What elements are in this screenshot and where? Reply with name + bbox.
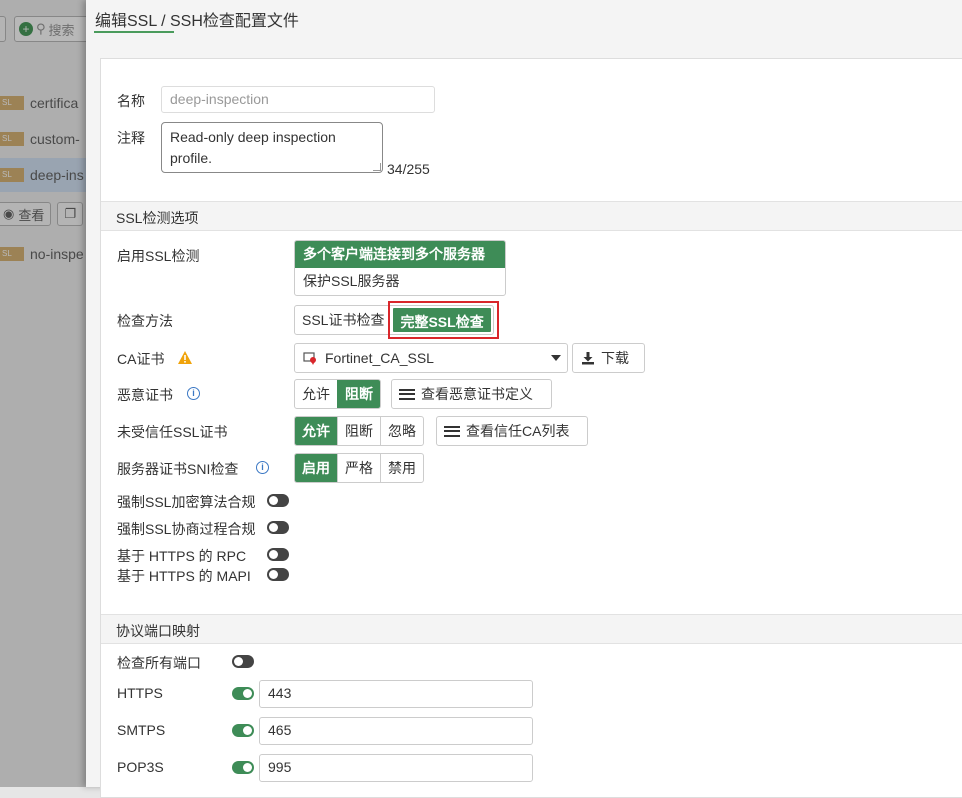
malicious-cert-toggle: 允许 阻断 [294,379,381,409]
pop3s-port-field[interactable]: 995 [259,754,533,782]
view-malicious-cert-button[interactable]: 查看恶意证书定义 [391,379,552,409]
panel-header: 编辑SSL / SSH检查配置文件 [86,0,962,43]
info-icon[interactable]: i [256,461,269,474]
download-label: 下载 [601,350,629,366]
pop3s-toggle[interactable] [232,761,254,774]
smtps-port-field[interactable]: 465 [259,717,533,745]
download-button[interactable]: 下载 [572,343,645,373]
view-trusted-ca-label: 查看信任CA列表 [466,423,570,439]
ca-certificate-value: Fortinet_CA_SSL [325,350,434,366]
ca-certificate-label: CA证书 [117,351,165,367]
highlight-box [388,301,499,339]
ssl-section-header: SSL检测选项 [101,201,962,231]
option-protect-server[interactable]: 保护SSL服务器 [295,268,505,295]
comment-label: 注释 [117,130,145,146]
form-card: 名称 deep-inspection 注释 Read-only deep ins… [100,58,962,798]
option-strict[interactable]: 严格 [337,454,380,482]
rpc-over-https-label: 基于 HTTPS 的 RPC [117,548,247,564]
negotiation-compliance-toggle[interactable] [267,521,289,534]
all-ports-toggle[interactable] [232,655,254,668]
option-certificate-inspection[interactable]: SSL证书检查 [295,306,391,334]
mapi-over-https-label: 基于 HTTPS 的 MAPI [117,568,251,584]
rpc-over-https-toggle[interactable] [267,548,289,561]
title-underline [94,31,174,33]
option-disable[interactable]: 禁用 [380,454,423,482]
https-port-field[interactable]: 443 [259,680,533,708]
option-enable[interactable]: 启用 [295,454,337,482]
option-multiple-clients[interactable]: 多个客户端连接到多个服务器 [295,241,505,268]
cipher-compliance-label: 强制SSL加密算法合规 [117,494,256,510]
https-toggle[interactable] [232,687,254,700]
smtps-label: SMTPS [117,722,166,738]
chevron-down-icon [551,355,561,361]
enable-ssl-options: 多个客户端连接到多个服务器 保护SSL服务器 [294,240,506,296]
modal-overlay [0,0,90,787]
all-ports-label: 检查所有端口 [117,655,201,671]
ssl-section-title: SSL检测选项 [116,210,199,226]
inspection-method-label: 检查方法 [117,313,173,329]
edit-panel: 编辑SSL / SSH检查配置文件 名称 deep-inspection 注释 … [86,0,962,798]
port-section-title: 协议端口映射 [116,623,200,639]
untrusted-cert-label: 未受信任SSL证书 [117,424,228,440]
view-malicious-cert-label: 查看恶意证书定义 [421,386,533,402]
panel-title: 编辑SSL / SSH检查配置文件 [95,13,299,30]
name-field[interactable]: deep-inspection [161,86,435,113]
malicious-cert-label: 恶意证书 [117,387,173,403]
warning-icon [178,351,192,364]
untrusted-cert-toggle: 允许 阻断 忽略 [294,416,424,446]
option-block[interactable]: 阻断 [337,380,380,408]
info-icon[interactable]: i [187,387,200,400]
list-icon [444,425,460,437]
cipher-compliance-toggle[interactable] [267,494,289,507]
resize-handle[interactable] [373,163,381,171]
sni-check-label: 服务器证书SNI检查 [117,461,239,477]
comment-textarea[interactable]: Read-only deep inspection profile. [161,122,383,173]
option-ignore[interactable]: 忽略 [380,417,423,445]
name-label: 名称 [117,93,145,109]
sni-check-toggle: 启用 严格 禁用 [294,453,424,483]
comment-counter: 34/255 [387,161,430,177]
enable-ssl-label: 启用SSL检测 [117,248,200,264]
view-trusted-ca-button[interactable]: 查看信任CA列表 [436,416,588,446]
download-icon [582,352,594,365]
pop3s-label: POP3S [117,759,164,775]
port-section-header: 协议端口映射 [101,614,962,644]
comment-text: Read-only deep inspection profile. [170,129,336,166]
smtps-toggle[interactable] [232,724,254,737]
option-block[interactable]: 阻断 [337,417,380,445]
certificate-icon [303,352,316,365]
ca-certificate-select[interactable]: Fortinet_CA_SSL [294,343,568,373]
mapi-over-https-toggle[interactable] [267,568,289,581]
option-allow[interactable]: 允许 [295,380,337,408]
https-label: HTTPS [117,685,163,701]
option-allow[interactable]: 允许 [295,417,337,445]
negotiation-compliance-label: 强制SSL协商过程合规 [117,521,256,537]
list-icon [399,388,415,400]
